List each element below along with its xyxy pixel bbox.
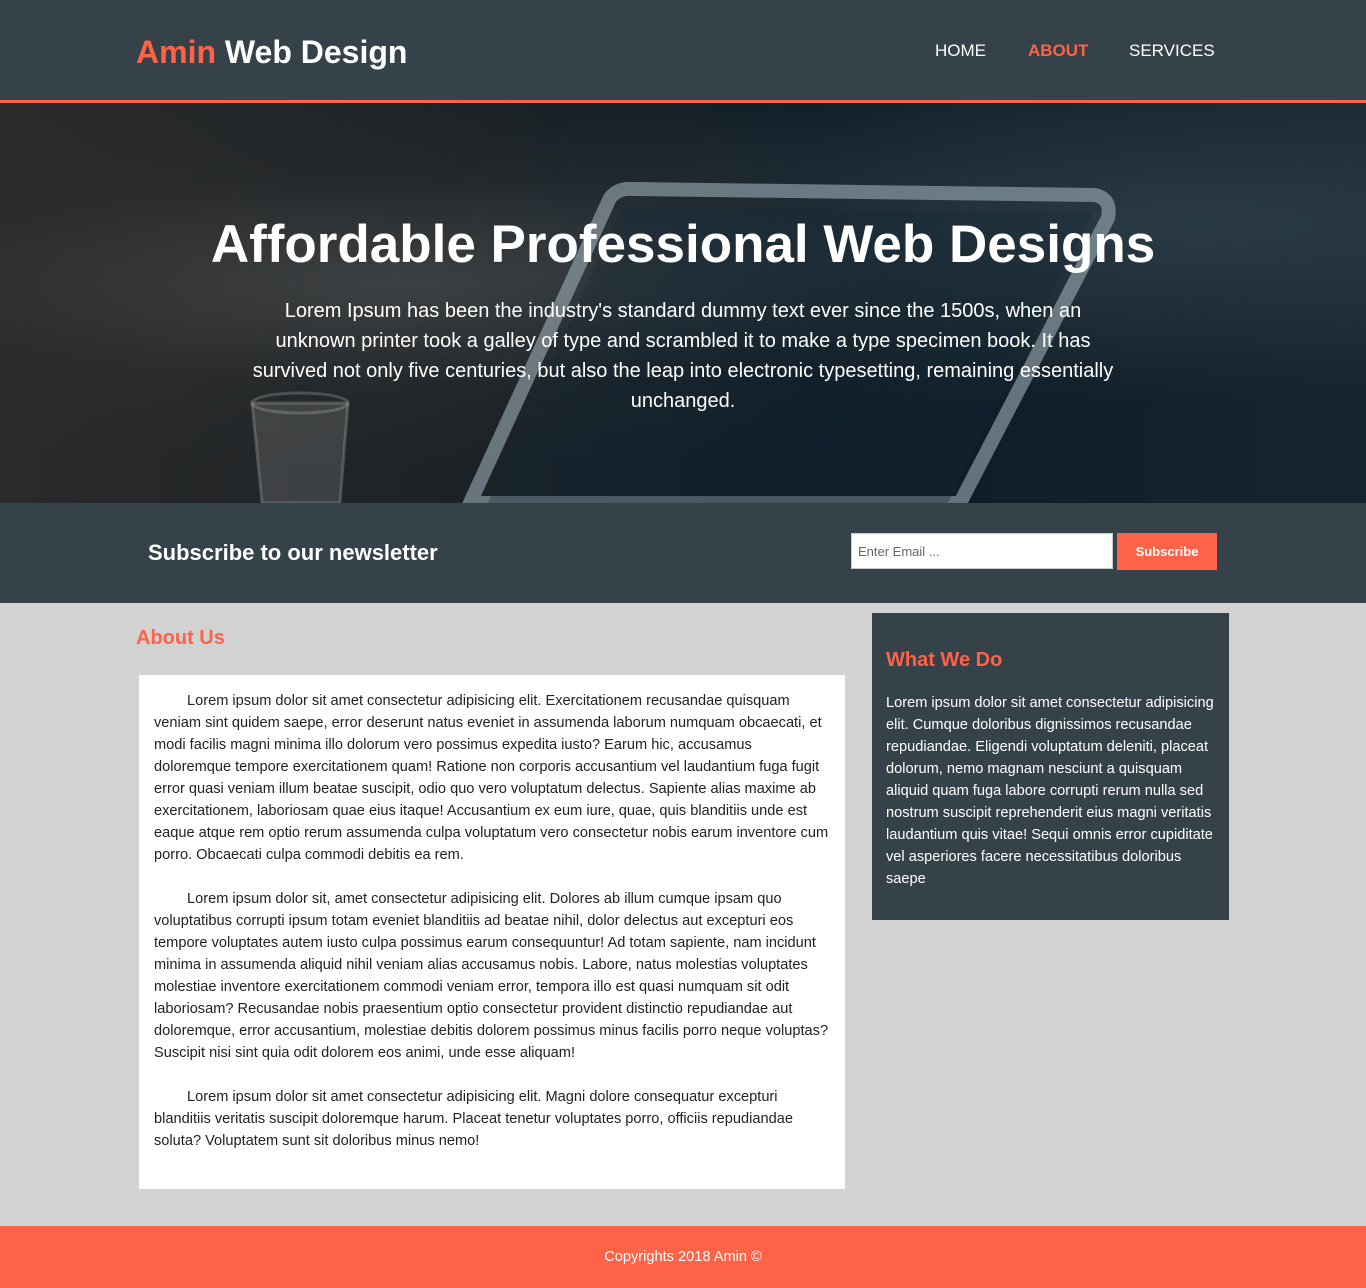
site-footer: Copyrights 2018 Amin © [0,1226,1366,1288]
sidebar-text: Lorem ipsum dolor sit amet consectetur a… [886,695,1214,887]
newsletter-section: Subscribe to our newsletter Subscribe [0,503,1366,603]
nav-about[interactable]: ABOUT [1028,40,1088,62]
about-paragraph: Lorem ipsum dolor sit amet consectetur a… [154,693,829,863]
email-input[interactable] [851,533,1113,569]
hero-showcase: Affordable Professional Web Designs Lore… [0,103,1366,503]
about-content-box: Lorem ipsum dolor sit amet consectetur a… [139,675,845,1189]
about-paragraph: Lorem ipsum dolor sit, amet consectetur … [154,891,829,1061]
newsletter-title: Subscribe to our newsletter [148,540,438,565]
sidebar-heading: What We Do [886,649,1003,671]
subscribe-button[interactable]: Subscribe [1117,533,1217,570]
nav-services[interactable]: SERVICES [1129,40,1215,62]
about-paragraph: Lorem ipsum dolor sit amet consectetur a… [154,1089,793,1149]
nav-home[interactable]: HOME [935,40,986,62]
footer-copyright: Copyrights 2018 Amin © [604,1249,762,1265]
main-nav: HOME ABOUT SERVICES [0,40,1366,64]
about-heading: About Us [136,627,225,649]
what-we-do-sidebar: What We Do Lorem ipsum dolor sit amet co… [872,613,1229,920]
hero-description: Lorem Ipsum has been the industry's stan… [252,300,1114,412]
hero-title: Affordable Professional Web Designs [210,215,1156,274]
site-header: Amin Web Design HOME ABOUT SERVICES [0,0,1366,103]
